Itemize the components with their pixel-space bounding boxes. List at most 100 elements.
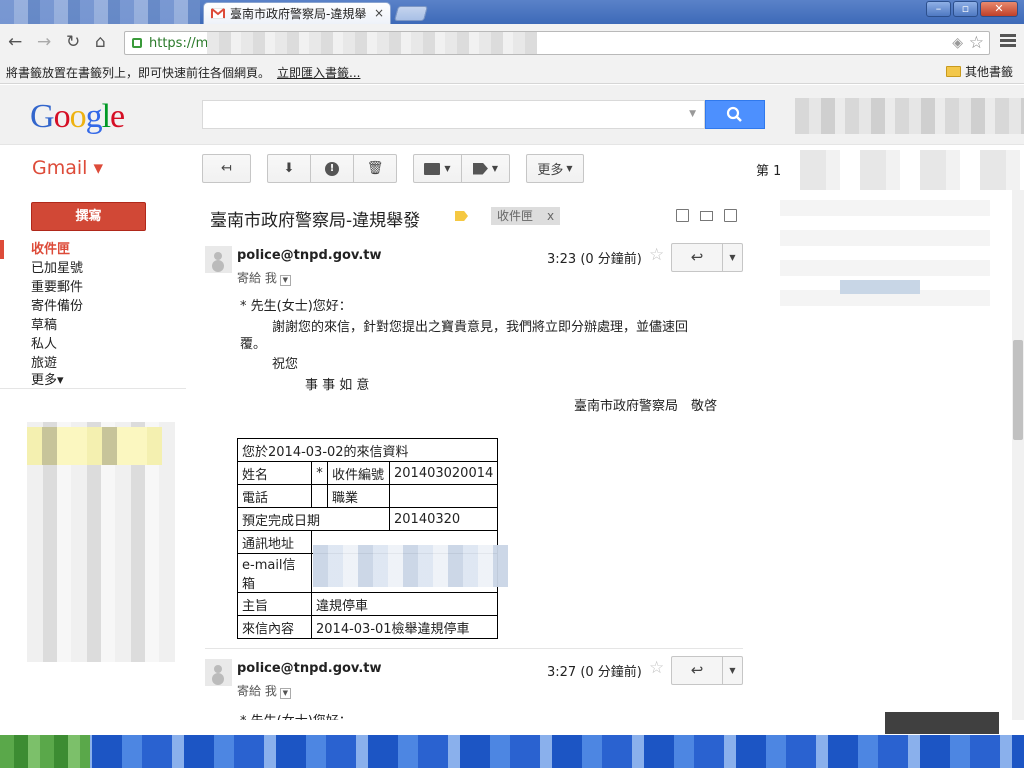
start-button[interactable] — [0, 735, 90, 768]
open-new-window-icon[interactable] — [724, 209, 737, 222]
scrollbar[interactable] — [1012, 190, 1024, 720]
report-spam-button[interactable]: ! — [310, 154, 354, 183]
table-cell: 違規停車 — [310, 592, 499, 616]
new-tab-button[interactable] — [393, 6, 429, 21]
compose-button[interactable]: 撰寫 — [31, 202, 146, 231]
google-logo[interactable]: Google — [30, 98, 125, 136]
close-window-button[interactable]: ✕ — [980, 1, 1018, 17]
reply-icon: ↩ — [690, 661, 704, 679]
other-bookmarks[interactable]: 其他書籤 — [946, 63, 1013, 80]
chevron-down-icon: ▼ — [729, 253, 736, 262]
table-cell: 電話 — [237, 484, 312, 508]
signature: 臺南市政府警察局 敬啓 — [574, 399, 718, 414]
sender-email[interactable]: police@tnpd.gov.tw — [237, 248, 382, 263]
archive-button[interactable]: ⬇ — [267, 154, 311, 183]
expand-all-icon[interactable] — [676, 209, 689, 222]
scrollbar-thumb[interactable] — [1013, 340, 1023, 440]
delete-button[interactable]: 🗑 — [353, 154, 397, 183]
table-cell: 收件編號 — [327, 461, 390, 485]
message-header[interactable]: police@tnpd.gov.tw 寄給 我 ▼ 3:27 (0 分鐘前) ☆ … — [205, 656, 743, 699]
logo-letter: g — [85, 98, 103, 135]
label-chip-inbox: 收件匣 x — [491, 207, 561, 225]
chrome-menu-icon[interactable] — [1000, 34, 1016, 49]
table-cell: 通訊地址 — [237, 530, 312, 554]
show-details-icon[interactable]: ▼ — [279, 688, 291, 699]
blurred-chat-list — [27, 392, 175, 662]
sidebar-item-personal[interactable]: 私人 — [0, 335, 190, 354]
import-bookmarks-link[interactable]: 立即匯入書籤... — [277, 64, 360, 81]
message-more-button[interactable]: ▼ — [722, 243, 743, 272]
message-more-button[interactable]: ▼ — [722, 656, 743, 685]
logo-letter: e — [110, 98, 125, 135]
mail-search-input[interactable]: ▼ — [202, 100, 705, 129]
search-icon — [726, 106, 742, 122]
more-label: 更多 — [537, 163, 564, 178]
spam-icon: ! — [325, 161, 339, 176]
avatar — [205, 246, 232, 273]
logo-letter: o — [53, 98, 71, 135]
page-indicator: 第 1 — [756, 164, 782, 179]
address-bar[interactable]: https://ma ◈ ☆ — [124, 31, 990, 55]
lock-icon — [132, 38, 142, 48]
sidebar-item-starred[interactable]: 已加星號 — [0, 259, 190, 278]
table-cell — [311, 484, 328, 508]
body-line: 謝謝您的來信，針對您提出之寶貴意見，我們將立即分辦處理，並儘速回 — [272, 320, 689, 335]
archive-icon: ⬇ — [283, 161, 295, 176]
reply-button[interactable]: ↩ — [671, 656, 723, 685]
sender-email[interactable]: police@tnpd.gov.tw — [237, 661, 382, 676]
sidebar-nav: 收件匣 已加星號 重要郵件 寄件備份 草稿 私人 旅遊 更多▾ — [0, 240, 190, 389]
table-cell: 來信內容 — [237, 615, 312, 639]
recipient-text: 寄給 我 — [237, 684, 277, 698]
more-actions-button[interactable]: 更多 ▼ — [526, 154, 584, 183]
sidebar-item-inbox[interactable]: 收件匣 — [0, 240, 190, 259]
back-icon[interactable]: ← — [8, 32, 22, 52]
forward-icon[interactable]: → — [37, 32, 51, 52]
move-to-button[interactable]: ▼ — [413, 154, 462, 183]
remove-label-icon[interactable]: x — [547, 209, 554, 223]
conversation-subject: 臺南市政府警察局-違規舉發 — [210, 211, 421, 231]
os-taskbar — [0, 735, 1024, 768]
table-cell: * — [311, 461, 328, 485]
reload-icon[interactable]: ↻ — [66, 32, 80, 52]
back-to-inbox-button[interactable]: ↤ — [202, 154, 251, 183]
labels-button[interactable]: ▼ — [461, 154, 510, 183]
sidebar-item-important[interactable]: 重要郵件 — [0, 278, 190, 297]
home-icon[interactable]: ⌂ — [95, 32, 106, 52]
submission-table: 您於2014-03-02的來信資料 姓名 * 收件編號 201403020014… — [236, 438, 499, 639]
bookmarks-hint: 將書籤放置在書籤列上，即可快速前往各個網頁。 — [6, 66, 271, 80]
search-button[interactable] — [705, 100, 765, 129]
sidebar-item-travel[interactable]: 旅遊 — [0, 354, 190, 373]
table-cell — [388, 484, 499, 508]
avatar — [205, 659, 232, 686]
message-time: 3:23 (0 分鐘前) — [547, 252, 642, 267]
blurred-account-area — [795, 98, 1024, 134]
star-icon[interactable]: ☆ — [649, 245, 664, 265]
extension-icon[interactable]: ◈ — [952, 35, 963, 51]
folder-icon — [946, 66, 961, 77]
sidebar-item-sent[interactable]: 寄件備份 — [0, 297, 190, 316]
reply-button[interactable]: ↩ — [671, 243, 723, 272]
print-icon[interactable] — [700, 211, 713, 221]
blurred-region — [780, 150, 1024, 190]
bookmarks-bar: 將書籤放置在書籤列上，即可快速前往各個網頁。 立即匯入書籤... 其他書籤 — [0, 60, 1024, 84]
closing-line: 祝您 — [272, 357, 299, 372]
recipient-text: 寄給 我 — [237, 271, 277, 285]
table-row: 來信內容 2014-03-01檢舉違規停車 — [237, 615, 499, 639]
greeting: * 先生(女士)您好： — [240, 299, 352, 314]
browser-tab-gmail[interactable]: 臺南市政府警察局-違規舉 × — [203, 2, 391, 24]
sidebar-item-drafts[interactable]: 草稿 — [0, 316, 190, 335]
reply-icon: ↩ — [690, 248, 704, 266]
label-tag-icon[interactable] — [455, 211, 468, 221]
star-bookmark-icon[interactable]: ☆ — [969, 33, 984, 53]
blurred-region — [313, 545, 508, 587]
gmail-favicon-icon — [211, 8, 225, 19]
message-header[interactable]: police@tnpd.gov.tw 寄給 我 ▼ 3:23 (0 分鐘前) ☆ … — [205, 243, 743, 286]
sidebar-item-more[interactable]: 更多▾ — [0, 373, 186, 389]
gmail-menu-label[interactable]: Gmail ▾ — [32, 157, 103, 179]
tab-close-icon[interactable]: × — [374, 6, 384, 20]
search-options-icon[interactable]: ▼ — [689, 109, 696, 119]
maximize-button[interactable]: ▫ — [953, 1, 978, 17]
minimize-button[interactable]: – — [926, 1, 951, 17]
show-details-icon[interactable]: ▼ — [279, 275, 291, 286]
star-icon[interactable]: ☆ — [649, 658, 664, 678]
